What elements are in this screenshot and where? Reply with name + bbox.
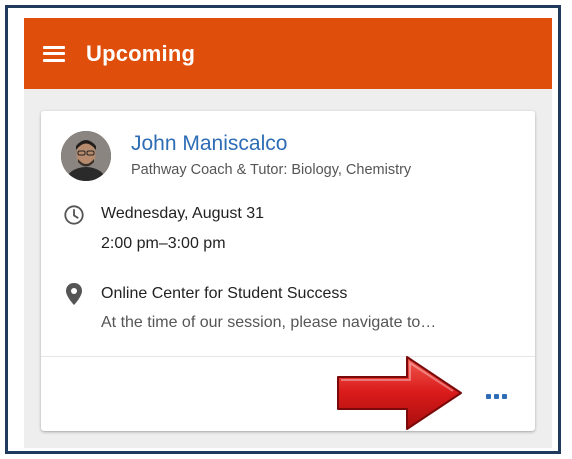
appointment-time: 2:00 pm–3:00 pm [101,235,226,252]
location-pin-icon [66,283,82,305]
hamburger-menu-icon[interactable] [32,32,76,76]
person-name-link[interactable]: John Maniscalco [131,132,287,156]
red-arrow-annotation-icon [337,356,462,430]
page-title: Upcoming [86,40,196,66]
appointment-location: Online Center for Student Success [101,285,348,302]
app-bar: Upcoming [24,18,552,89]
avatar [61,131,111,181]
clock-icon [64,205,84,225]
more-options-icon[interactable] [481,386,511,406]
appointment-date: Wednesday, August 31 [101,205,265,222]
appointment-location-detail: At the time of our session, please navig… [101,314,437,331]
app-window: Upcoming John Maniscalco Pathway Coach &… [24,18,552,448]
person-role: Pathway Coach & Tutor: Biology, Chemistr… [131,162,412,178]
